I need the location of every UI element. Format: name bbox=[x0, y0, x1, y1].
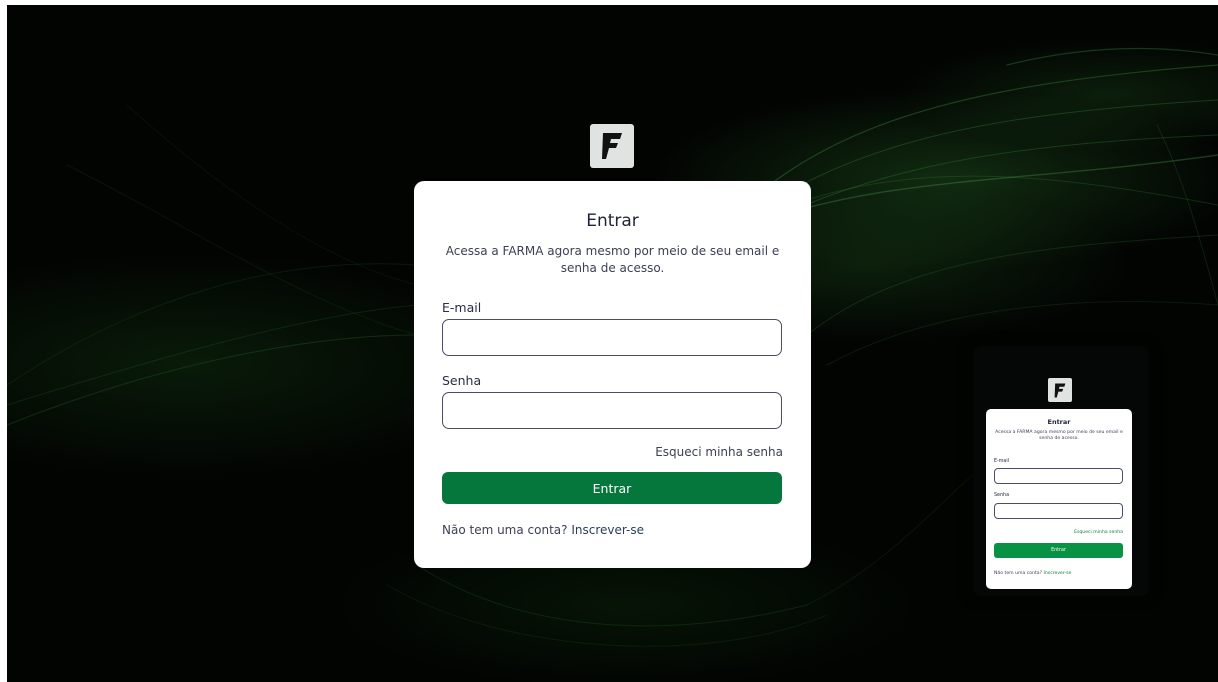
mini-submit-button: Entrar bbox=[994, 543, 1123, 558]
mini-password-label: Senha bbox=[994, 493, 1010, 498]
signup-row: Não tem uma conta? Inscrever-se bbox=[442, 523, 644, 537]
mini-brand-logo bbox=[1048, 378, 1072, 402]
mini-email-input bbox=[994, 468, 1123, 484]
farma-logo-icon bbox=[602, 133, 622, 159]
password-input[interactable] bbox=[442, 392, 782, 429]
submit-button[interactable]: Entrar bbox=[442, 472, 782, 504]
brand-logo bbox=[590, 124, 634, 168]
mini-forgot-password-link: Esqueci minha senha bbox=[1074, 530, 1123, 535]
mini-login-card: Entrar Acessa a FARMA agora mesmo por me… bbox=[986, 409, 1132, 589]
mini-farma-logo-icon bbox=[1054, 383, 1066, 397]
email-label: E-mail bbox=[442, 300, 482, 315]
login-page: Entrar Acessa a FARMA agora mesmo por me… bbox=[7, 5, 1218, 682]
login-subtitle: Acessa a FARMA agora mesmo por meio de s… bbox=[445, 244, 780, 275]
login-title: Entrar bbox=[586, 211, 639, 231]
login-card: Entrar Acessa a FARMA agora mesmo por me… bbox=[414, 181, 811, 568]
mini-password-input bbox=[994, 503, 1123, 519]
signup-link[interactable]: Inscrever-se bbox=[571, 523, 644, 537]
forgot-password-link[interactable]: Esqueci minha senha bbox=[655, 445, 783, 459]
mini-signup-prompt: Não tem uma conta? bbox=[994, 571, 1043, 576]
mini-signup-link: Inscrever-se bbox=[1043, 571, 1072, 576]
mini-signup-row: Não tem uma conta? Inscrever-se bbox=[994, 571, 1071, 576]
signup-prompt: Não tem uma conta? bbox=[442, 523, 568, 537]
email-input[interactable] bbox=[442, 319, 782, 356]
mini-login-subtitle: Acessa a FARMA agora mesmo por meio de s… bbox=[995, 430, 1123, 441]
mini-login-title: Entrar bbox=[1047, 418, 1071, 426]
mobile-preview: Entrar Acessa a FARMA agora mesmo por me… bbox=[973, 346, 1149, 596]
password-label: Senha bbox=[442, 373, 482, 388]
mini-email-label: E-mail bbox=[994, 459, 1010, 464]
